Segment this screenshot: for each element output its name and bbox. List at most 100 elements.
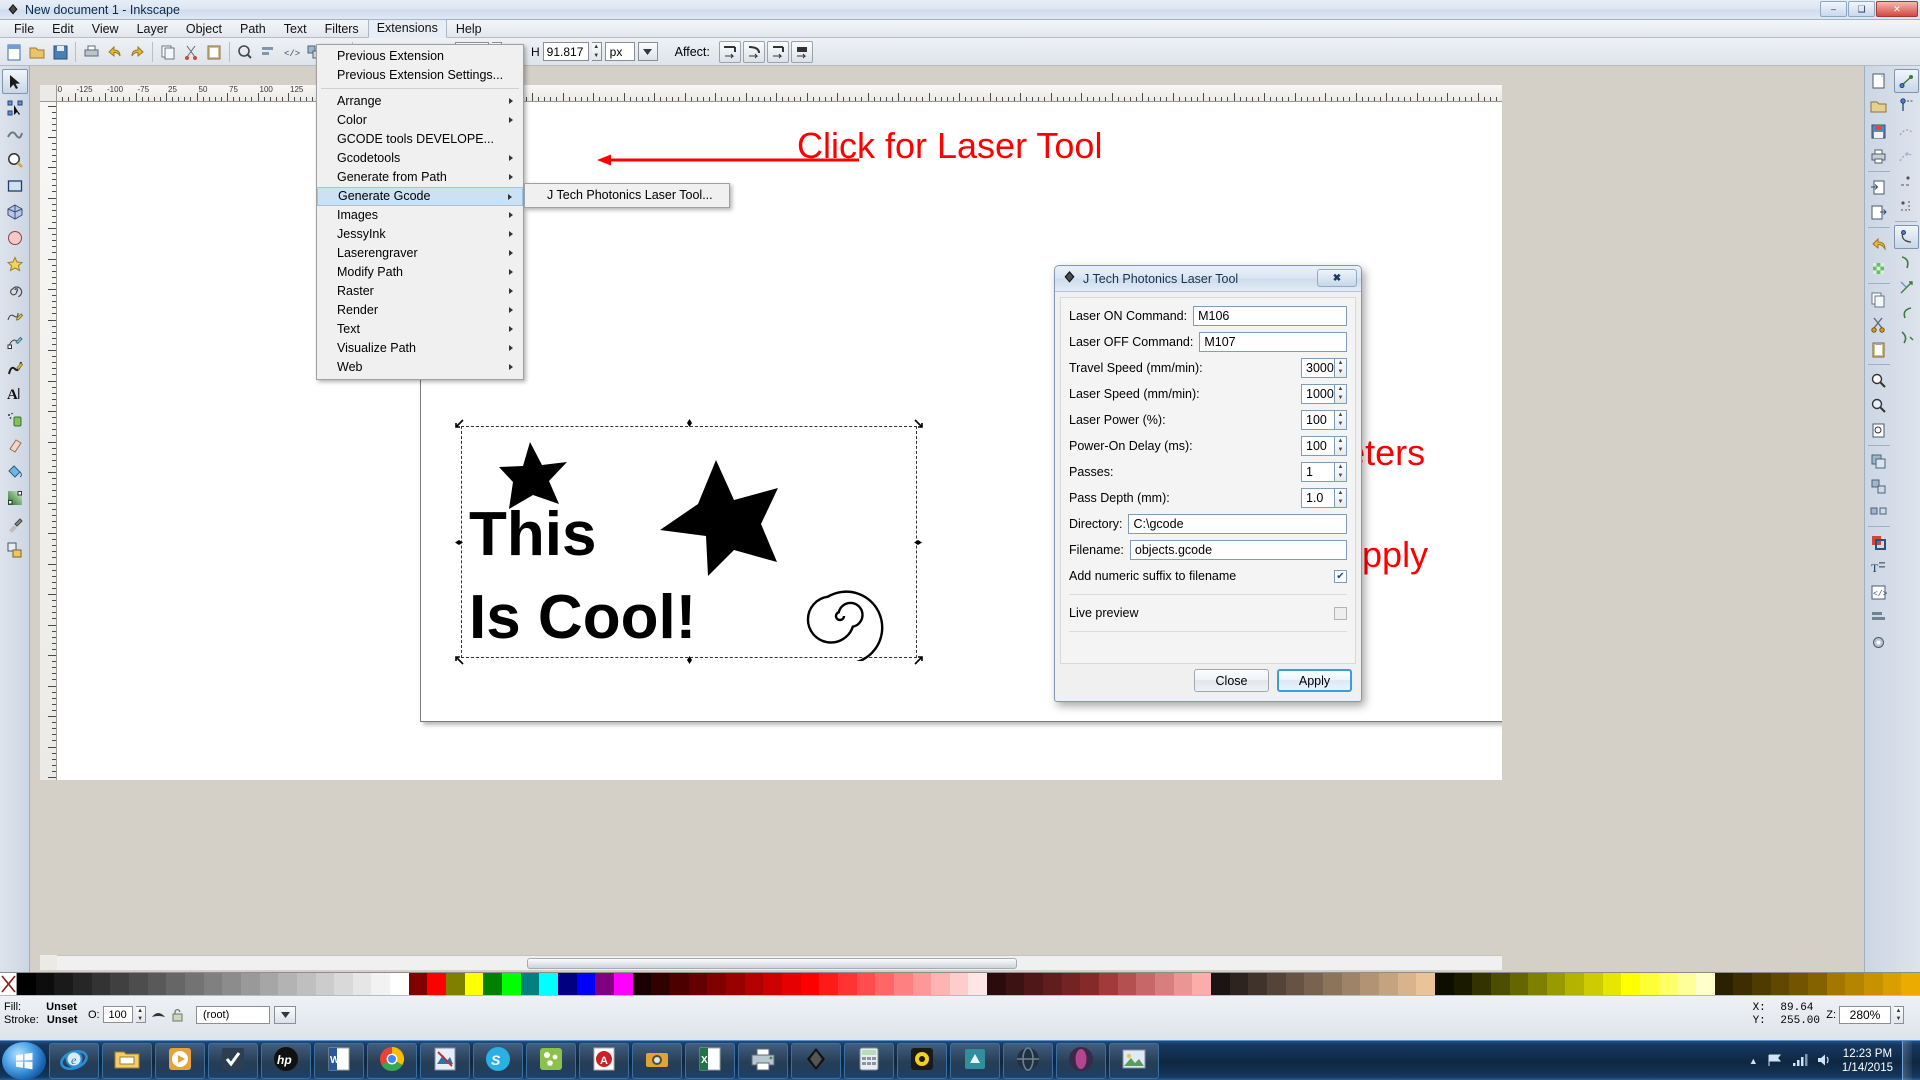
prefs-icon[interactable] xyxy=(1866,630,1891,654)
palette-swatch[interactable] xyxy=(353,973,372,995)
save-document-icon[interactable] xyxy=(1866,119,1891,143)
palette-swatch[interactable] xyxy=(1659,973,1678,995)
palette-swatch[interactable] xyxy=(913,973,932,995)
palette-swatch[interactable] xyxy=(819,973,838,995)
node-curve-icon[interactable] xyxy=(1894,225,1919,249)
palette-swatch[interactable] xyxy=(1043,973,1062,995)
redo-checker-icon[interactable] xyxy=(1866,256,1891,280)
live-preview-checkbox[interactable] xyxy=(1334,607,1347,620)
taskbar-printer-app[interactable] xyxy=(738,1043,788,1079)
menu-item-arrange[interactable]: Arrange xyxy=(317,92,523,111)
chevron-down-icon[interactable] xyxy=(274,1006,296,1024)
taskbar-app-19[interactable] xyxy=(1003,1043,1053,1079)
large-star-shape[interactable] xyxy=(656,458,781,578)
palette-swatch[interactable] xyxy=(1136,973,1155,995)
zoom-drawing-icon[interactable] xyxy=(1866,393,1891,417)
palette-swatch[interactable] xyxy=(1584,973,1603,995)
save-doc-button[interactable] xyxy=(49,41,71,63)
spray-tool[interactable] xyxy=(2,407,28,432)
node-symmetric-icon[interactable] xyxy=(1894,275,1919,299)
canvas-horizontal-scrollbar[interactable] xyxy=(57,955,1502,970)
speaker-icon[interactable] xyxy=(1817,1053,1833,1070)
affect-scale-stroke-button[interactable] xyxy=(719,41,741,63)
new-document-icon[interactable] xyxy=(1866,69,1891,93)
calligraphy-tool[interactable] xyxy=(2,355,28,380)
palette-swatch[interactable] xyxy=(1491,973,1510,995)
palette-swatch[interactable] xyxy=(1733,973,1752,995)
menu-item-gcode-tools-develope[interactable]: GCODE tools DEVELOPE... xyxy=(317,130,523,149)
xml-icon[interactable]: </> xyxy=(1866,580,1891,604)
palette-swatches[interactable] xyxy=(17,973,1920,995)
menu-text[interactable]: Text xyxy=(275,20,316,38)
palette-swatch[interactable] xyxy=(614,973,633,995)
paintbucket-tool[interactable] xyxy=(2,459,28,484)
selection-handle-w[interactable] xyxy=(455,538,464,547)
menu-file[interactable]: File xyxy=(5,20,43,38)
palette-swatch[interactable] xyxy=(1267,973,1286,995)
layer-visibility-icon[interactable] xyxy=(150,1007,167,1025)
copy-pages-icon[interactable] xyxy=(1866,287,1891,311)
travel-speed-spinner[interactable]: ▲▼ xyxy=(1335,358,1347,378)
palette-swatch[interactable] xyxy=(1398,973,1417,995)
taskbar-opera[interactable] xyxy=(1056,1043,1106,1079)
affect-transform-patterns-button[interactable] xyxy=(791,41,813,63)
taskbar-image-viewer[interactable] xyxy=(1109,1043,1159,1079)
pencil-tool[interactable] xyxy=(2,303,28,328)
network-bars-icon[interactable] xyxy=(1792,1053,1808,1070)
palette-swatch[interactable] xyxy=(260,973,279,995)
palette-swatch[interactable] xyxy=(334,973,353,995)
star-tool[interactable] xyxy=(2,251,28,276)
scissors-icon[interactable] xyxy=(1866,312,1891,336)
spiral-shape[interactable] xyxy=(792,566,892,661)
palette-swatch[interactable] xyxy=(857,973,876,995)
menu-edit[interactable]: Edit xyxy=(43,20,83,38)
node-insert-icon[interactable] xyxy=(1894,69,1919,93)
redo-button[interactable] xyxy=(126,41,148,63)
palette-swatch[interactable] xyxy=(1565,973,1584,995)
selection-handle-n[interactable] xyxy=(685,419,694,428)
taskbar-calculator[interactable] xyxy=(844,1043,894,1079)
palette-swatch[interactable] xyxy=(1118,973,1137,995)
menu-item-raster[interactable]: Raster xyxy=(317,282,523,301)
menu-filters[interactable]: Filters xyxy=(316,20,368,38)
clipboard-icon[interactable] xyxy=(1866,337,1891,361)
palette-swatch[interactable] xyxy=(185,973,204,995)
fill-stroke-icon[interactable] xyxy=(1866,530,1891,554)
palette-swatch[interactable] xyxy=(1248,973,1267,995)
laser-off-command-field[interactable]: M107 xyxy=(1199,332,1347,352)
menu-item-laserengraver[interactable]: Laserengraver xyxy=(317,244,523,263)
height-spinner[interactable]: ▲▼ xyxy=(592,42,602,61)
selection-handle-s[interactable] xyxy=(685,656,694,665)
taskbar-excel[interactable]: X xyxy=(685,1043,735,1079)
palette-swatch[interactable] xyxy=(390,973,409,995)
palette-swatch[interactable] xyxy=(148,973,167,995)
palette-swatch[interactable] xyxy=(166,973,185,995)
palette-swatch[interactable] xyxy=(1603,973,1622,995)
gradient-tool[interactable] xyxy=(2,485,28,510)
palette-swatch[interactable] xyxy=(465,973,484,995)
duplicate-icon[interactable] xyxy=(1866,449,1891,473)
palette-swatch[interactable] xyxy=(1286,973,1305,995)
taskbar-app-18[interactable] xyxy=(950,1043,1000,1079)
paste-button[interactable] xyxy=(203,41,225,63)
taskbar-skype[interactable]: S xyxy=(473,1043,523,1079)
start-button[interactable] xyxy=(2,1042,46,1080)
laser-on-command-field[interactable]: M106 xyxy=(1193,306,1347,326)
node-cusp-icon[interactable] xyxy=(1894,325,1919,349)
print-icon[interactable] xyxy=(1866,144,1891,168)
palette-swatch[interactable] xyxy=(1621,973,1640,995)
power-on-delay-field[interactable]: 100 xyxy=(1301,436,1335,456)
palette-swatch[interactable] xyxy=(1510,973,1529,995)
zoom-sel-icon[interactable] xyxy=(1866,368,1891,392)
passes-spinner[interactable]: ▲▼ xyxy=(1335,462,1347,482)
align-button[interactable] xyxy=(257,41,279,63)
palette-swatch[interactable] xyxy=(1454,973,1473,995)
palette-swatch[interactable] xyxy=(1024,973,1043,995)
close-button[interactable]: ✕ xyxy=(1876,1,1918,17)
fill-value[interactable]: Unset xyxy=(46,1001,77,1013)
layer-lock-icon[interactable] xyxy=(170,1007,185,1025)
menu-item-text[interactable]: Text xyxy=(317,320,523,339)
menu-extensions[interactable]: Extensions xyxy=(368,19,447,38)
palette-swatch[interactable] xyxy=(17,973,36,995)
taskbar-camera[interactable] xyxy=(632,1043,682,1079)
